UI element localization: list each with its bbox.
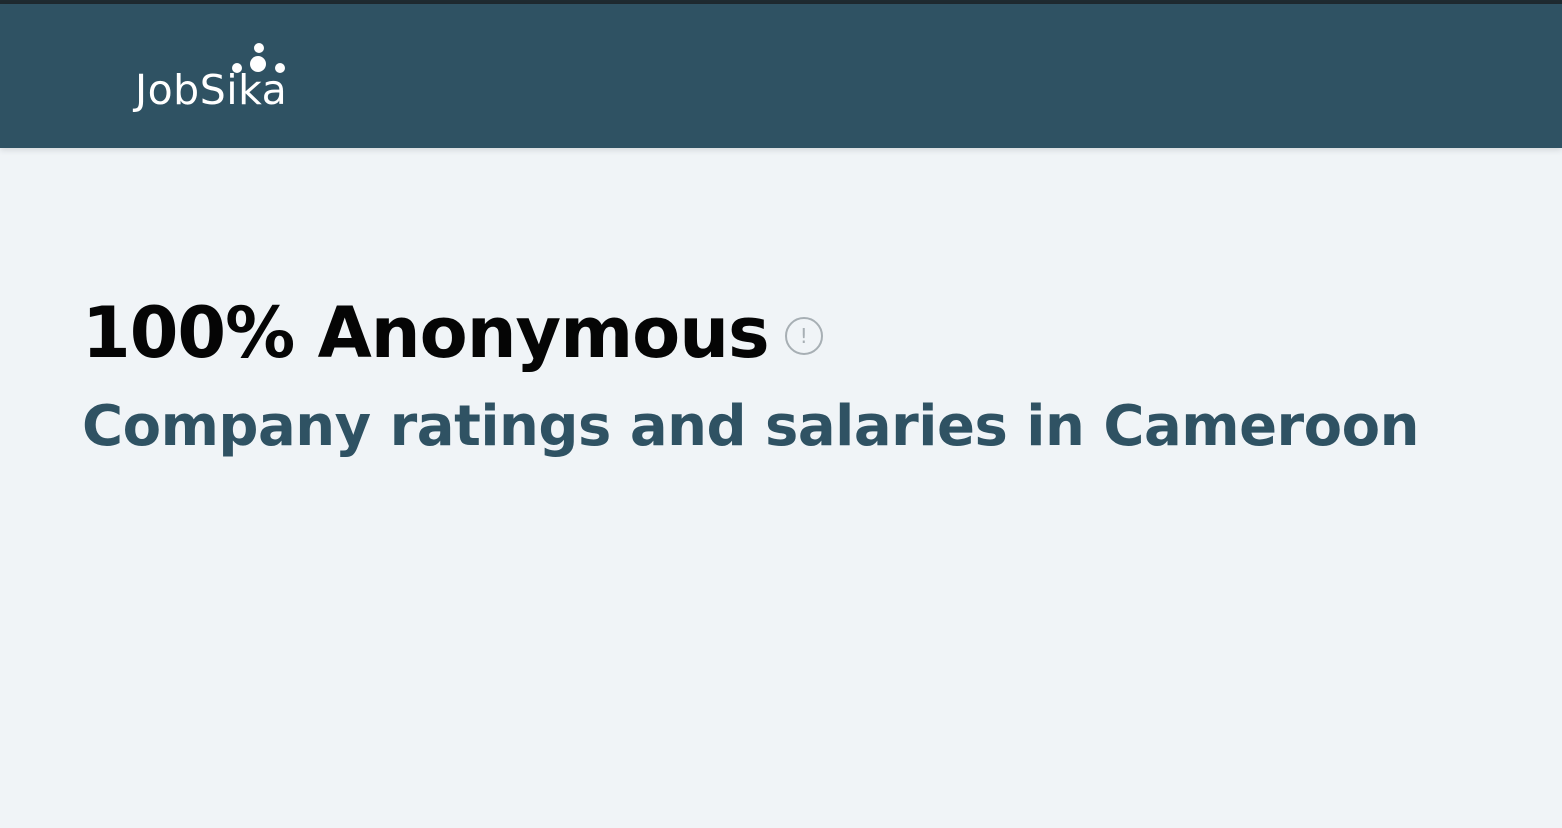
brand-logo-link[interactable]: JobSika xyxy=(135,42,325,116)
hero-title-row: 100% Anonymous ! xyxy=(82,288,1482,378)
brand-name: JobSika xyxy=(135,66,288,114)
site-header: JobSika xyxy=(0,4,1562,148)
hero-subtitle: Company ratings and salaries in Cameroon xyxy=(82,394,1420,459)
hero-title: 100% Anonymous xyxy=(82,292,770,374)
info-icon[interactable]: ! xyxy=(784,317,823,355)
hero-section: 100% Anonymous ! Company ratings and sal… xyxy=(82,288,1482,457)
